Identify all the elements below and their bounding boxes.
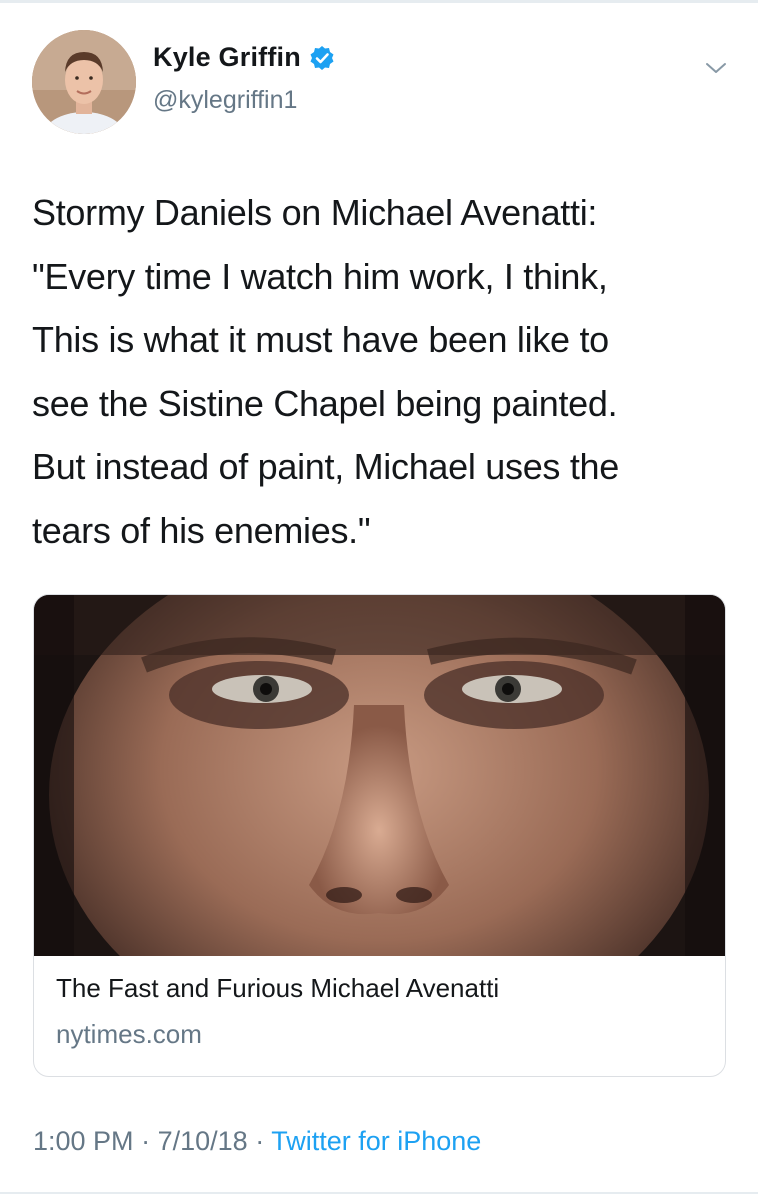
verified-badge-icon: [309, 45, 335, 71]
tweet-meta: 1:00 PM · 7/10/18 · Twitter for iPhone: [33, 1126, 481, 1157]
author-display-name[interactable]: Kyle Griffin: [153, 42, 301, 73]
tweet-text-line: "Every time I watch him work, I think,: [32, 255, 608, 297]
author-name-row[interactable]: Kyle Griffin: [153, 42, 335, 73]
avatar[interactable]: [32, 30, 136, 134]
meta-separator: ·: [141, 1126, 151, 1156]
card-title[interactable]: The Fast and Furious Michael Avenatti: [56, 973, 499, 1004]
author-handle[interactable]: @kylegriffin1: [153, 86, 297, 115]
tweet-text-line: This is what it must have been like to: [32, 319, 609, 360]
tweet-date[interactable]: 7/10/18: [158, 1126, 248, 1156]
link-card[interactable]: The Fast and Furious Michael Avenatti ny…: [33, 594, 726, 1077]
tweet-text: Stormy Daniels on Michael Avenatti: "Eve…: [32, 181, 732, 562]
tweet-time[interactable]: 1:00 PM: [33, 1126, 134, 1156]
tweet-text-line: see the Sistine Chapel being painted.: [32, 382, 618, 424]
tweet-source-link[interactable]: Twitter for iPhone: [271, 1126, 481, 1156]
tweet-text-line: Stormy Daniels on Michael Avenatti:: [32, 192, 598, 233]
card-domain: nytimes.com: [56, 1019, 202, 1049]
bottom-divider: [0, 1192, 758, 1194]
chevron-down-icon[interactable]: [704, 56, 728, 80]
card-image: [34, 595, 725, 956]
top-divider: [0, 0, 758, 3]
tweet-text-line: tears of his enemies.": [32, 509, 371, 551]
meta-separator: ·: [255, 1126, 265, 1156]
tweet-text-line: But instead of paint, Michael uses the: [32, 446, 619, 487]
